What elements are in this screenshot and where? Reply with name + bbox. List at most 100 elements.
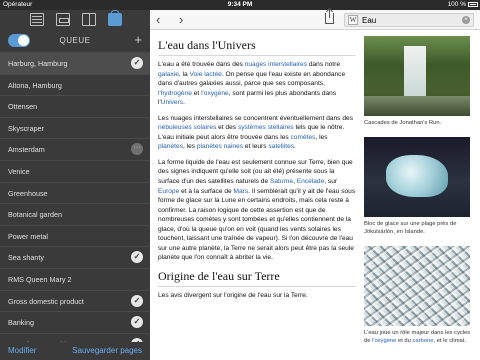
queue-list: Harburg, Hamburg ✓ Altona, Hamburg Ottensen… — [0, 52, 150, 360]
queue-item[interactable]: Botanical garden — [0, 203, 150, 225]
article-link[interactable]: nuages interstellaires — [245, 61, 307, 68]
checkmark-icon: ✓ — [131, 251, 143, 264]
queue-item-label: Power metal — [8, 231, 48, 241]
figure: L'eau joue un rôle majeur dans les cycle… — [364, 246, 472, 345]
article-link[interactable]: systèmes stellaires — [238, 124, 294, 131]
text-run: , sur — [324, 178, 338, 186]
queue-item[interactable]: Altona, Hamburg — [0, 73, 150, 96]
back-button[interactable]: ‹ — [156, 12, 160, 27]
article-link[interactable]: Univers — [161, 99, 183, 106]
queue-item[interactable]: Gross domestic product ✓ — [0, 289, 150, 312]
text-run: . — [294, 143, 296, 151]
queue-item[interactable]: RMS Queen Mary 2 — [0, 267, 150, 290]
article-link[interactable]: planètes — [158, 143, 183, 150]
list-view-icon[interactable] — [30, 13, 44, 26]
text-run: dans notre — [307, 61, 340, 68]
article-link[interactable]: planètes naines — [197, 143, 243, 150]
share-icon[interactable] — [325, 9, 334, 24]
figure: Cascades de Jonathan's Run. — [364, 36, 472, 127]
tabs-view-icon[interactable] — [56, 13, 70, 26]
article-link[interactable]: satellites — [268, 143, 294, 150]
search-input[interactable] — [362, 15, 462, 25]
sidebar-footer: Modifier Sauvegarder pages — [0, 342, 150, 360]
article-link[interactable]: comètes — [290, 134, 315, 141]
queue-item-label: Harburg, Hamburg — [8, 59, 68, 68]
text-run: et — [191, 89, 202, 97]
queue-title: QUEUE — [59, 36, 91, 45]
article-link[interactable]: Saturne — [270, 178, 293, 185]
article-link[interactable]: galaxie — [158, 71, 179, 78]
queue-item-label: Skyscraper — [8, 123, 44, 133]
article-title: L'eau dans l'Univers — [158, 38, 356, 56]
article-paragraph: La forme liquide de l'eau est seulement … — [158, 158, 356, 263]
text-run: et du — [396, 338, 413, 345]
browser-toolbar: ‹ › W × — [150, 9, 480, 30]
queue-item-label: Venice — [8, 166, 30, 176]
queue-header: QUEUE + — [0, 30, 150, 52]
queue-item[interactable]: Venice — [0, 159, 150, 182]
add-icon[interactable]: + — [134, 32, 142, 47]
text-run: et à la surface de — [179, 187, 234, 195]
waterfall-image[interactable] — [364, 36, 470, 116]
text-run: . — [183, 99, 185, 107]
queue-item[interactable]: Banking ✓ — [0, 311, 150, 333]
article-link[interactable]: Encelade — [297, 178, 325, 185]
queue-item[interactable]: Harburg, Hamburg ✓ — [0, 52, 150, 74]
article-paragraph: Les avis divergent sur l'origine de l'ea… — [158, 291, 356, 301]
text-run: , et le climat. — [433, 338, 466, 345]
search-bar: W × — [344, 13, 474, 27]
article-link[interactable]: Mars — [234, 188, 249, 195]
queue-item-label: Ottensen — [8, 102, 38, 112]
text-run: Les avis divergent sur l'origine de l'ea… — [158, 291, 308, 299]
checkmark-icon: ✓ — [131, 294, 143, 307]
article-link[interactable]: Europe — [158, 188, 179, 195]
queue-item-label: RMS Queen Mary 2 — [8, 274, 72, 284]
article: L'eau dans l'Univers L'eau a été trouvée… — [158, 34, 356, 360]
saved-pages-icon[interactable] — [108, 10, 122, 26]
edit-button[interactable]: Modifier — [8, 346, 36, 355]
text-run: Cascades de Jonathan's Run. — [364, 120, 442, 126]
article-paragraph: L'eau a été trouvée dans des nuages inte… — [158, 60, 356, 108]
sidebar: QUEUE + Harburg, Hamburg ✓ Altona, Hamburg… — [0, 10, 150, 360]
article-link[interactable]: nébuleuses solaires — [158, 124, 216, 131]
queue-item-label: Altona, Hamburg — [8, 80, 62, 90]
save-pages-button[interactable]: Sauvegarder pages — [72, 346, 142, 355]
figure-caption: L'eau joue un rôle majeur dans les cycle… — [364, 329, 472, 345]
image-gallery: Cascades de Jonathan's Run. Bloc de glace… — [364, 36, 472, 356]
forward-button[interactable]: › — [179, 12, 183, 27]
queue-item-label: Gross domestic product — [8, 296, 84, 306]
queue-item[interactable]: Greenhouse — [0, 181, 150, 204]
queue-item[interactable]: Sea shanty ✓ — [0, 246, 150, 268]
checkmark-icon: ✓ — [131, 316, 143, 329]
queue-item-label: Greenhouse — [8, 188, 48, 198]
article-link[interactable]: Voie lactée — [190, 71, 222, 78]
wikipedia-icon: W — [348, 15, 358, 25]
text-run: . Il semblerait qu'il y ait de l'eau sou… — [158, 187, 356, 262]
reader-view-icon[interactable] — [82, 13, 96, 26]
text-run: Les nuages interstellaires se concentren… — [158, 114, 354, 122]
queue-item[interactable]: Skyscraper — [0, 116, 150, 139]
ice-image[interactable] — [364, 137, 470, 218]
queue-item[interactable]: Amsterdam ··· — [0, 138, 150, 160]
text-run: L'eau a été trouvée dans des — [158, 61, 245, 68]
queue-item-label: Botanical garden — [8, 210, 62, 220]
text-run: Bloc de glace sur une plage près de Jöku… — [364, 221, 457, 236]
text-run: , les — [182, 143, 197, 151]
text-run: , les — [315, 133, 328, 141]
article-link[interactable]: carbone — [413, 338, 434, 344]
frost-image[interactable] — [364, 246, 470, 327]
clear-icon[interactable]: × — [462, 16, 470, 24]
queue-item-label: Amsterdam — [8, 145, 45, 155]
article-link[interactable]: l'oxygène — [201, 90, 229, 97]
text-run: et des — [216, 124, 238, 132]
text-run: et leurs — [243, 143, 269, 151]
figure-caption: Cascades de Jonathan's Run. — [364, 119, 472, 127]
article-link[interactable]: l'oxygène — [372, 338, 396, 344]
status-bar: Opérateur 9:34 PM 100 % — [0, 0, 480, 10]
figure-caption: Bloc de glace sur une plage près de Jöku… — [364, 220, 472, 236]
queue-item[interactable]: Ottensen — [0, 95, 150, 117]
text-run: , la — [178, 70, 190, 78]
queue-item[interactable]: Power metal — [0, 224, 150, 247]
article-link[interactable]: l'hydrogène — [158, 90, 192, 97]
clock: 9:34 PM — [227, 1, 253, 8]
